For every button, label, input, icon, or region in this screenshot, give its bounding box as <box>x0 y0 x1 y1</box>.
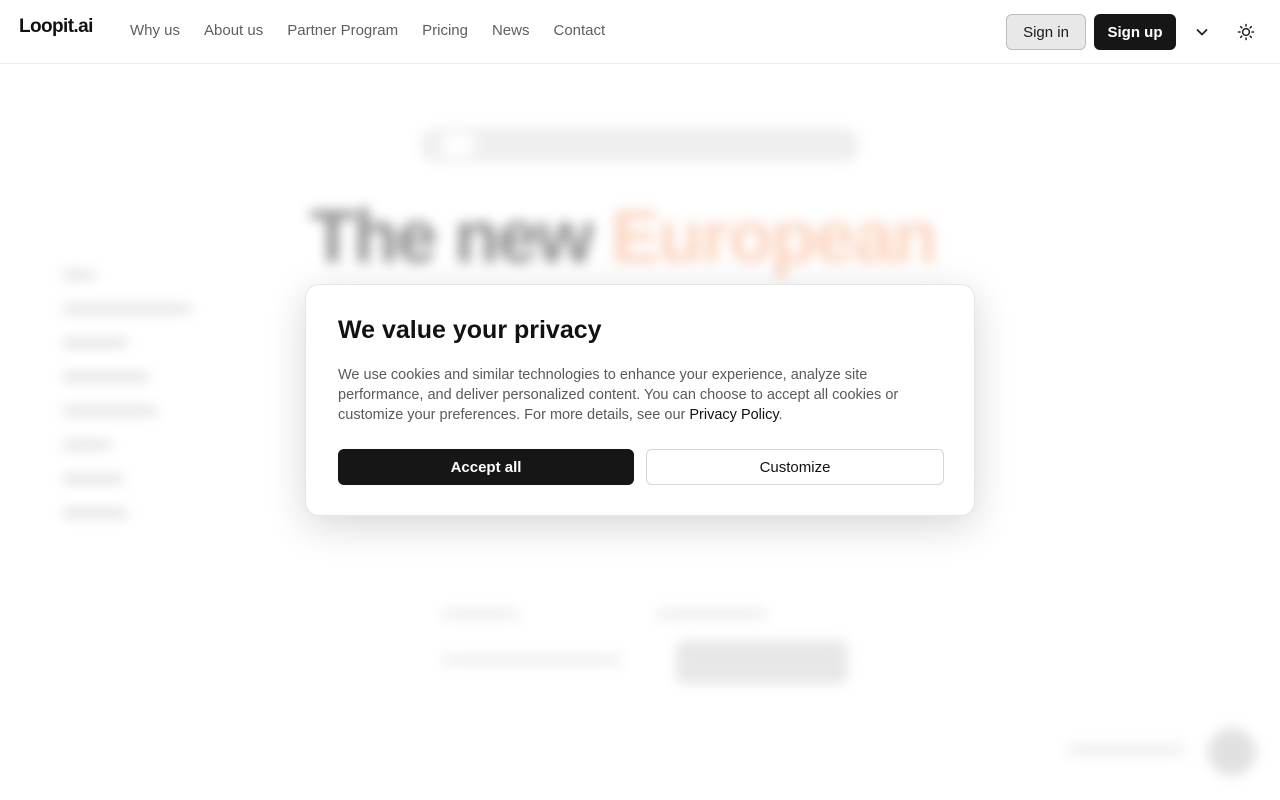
form-button-placeholder <box>676 640 848 684</box>
side-line <box>62 440 112 450</box>
announcement-pill <box>420 128 860 162</box>
cookie-dialog-text: We use cookies and similar technologies … <box>338 367 899 423</box>
side-line <box>62 270 96 280</box>
side-line <box>62 474 124 484</box>
sign-up-button[interactable]: Sign up <box>1094 14 1176 50</box>
accept-all-button[interactable]: Accept all <box>338 449 634 485</box>
sun-icon[interactable] <box>1236 22 1256 42</box>
chevron-down-icon[interactable] <box>1192 22 1212 42</box>
hero-headline: The new European <box>310 194 938 279</box>
nav-about-us[interactable]: About us <box>204 22 263 39</box>
nav-why-us[interactable]: Why us <box>130 22 180 39</box>
chat-label-placeholder <box>1066 744 1186 756</box>
form-input-placeholder <box>442 654 622 666</box>
hero-headline-text: The new <box>310 195 611 278</box>
side-menu-placeholder <box>62 270 192 542</box>
side-line <box>62 508 128 518</box>
cookie-dialog-title: We value your privacy <box>338 316 602 344</box>
cookie-dialog-text-end: . <box>778 407 783 423</box>
nav-news[interactable]: News <box>492 22 530 39</box>
side-line <box>62 372 150 382</box>
chat-fab <box>1208 728 1256 776</box>
form-label-placeholder <box>655 608 767 620</box>
sign-in-button[interactable]: Sign in <box>1006 14 1086 50</box>
form-label-placeholder <box>440 608 520 620</box>
privacy-policy-link[interactable]: Privacy Policy <box>689 407 778 423</box>
side-line <box>62 338 128 348</box>
side-line <box>62 304 192 314</box>
site-header: Loopit.ai Why us About us Partner Progra… <box>0 0 1280 64</box>
cookie-dialog-body: We use cookies and similar technologies … <box>338 365 948 425</box>
nav-contact[interactable]: Contact <box>553 22 605 39</box>
cookie-consent-dialog: We value your privacy We use cookies and… <box>305 284 975 516</box>
hero-headline-accent: European <box>610 195 938 278</box>
logo[interactable]: Loopit.ai <box>19 16 93 38</box>
announcement-badge <box>440 134 476 156</box>
customize-button[interactable]: Customize <box>646 449 944 485</box>
nav-pricing[interactable]: Pricing <box>422 22 468 39</box>
side-line <box>62 406 158 416</box>
nav-partner-program[interactable]: Partner Program <box>287 22 398 39</box>
main-nav: Why us About us Partner Program Pricing … <box>130 22 629 39</box>
